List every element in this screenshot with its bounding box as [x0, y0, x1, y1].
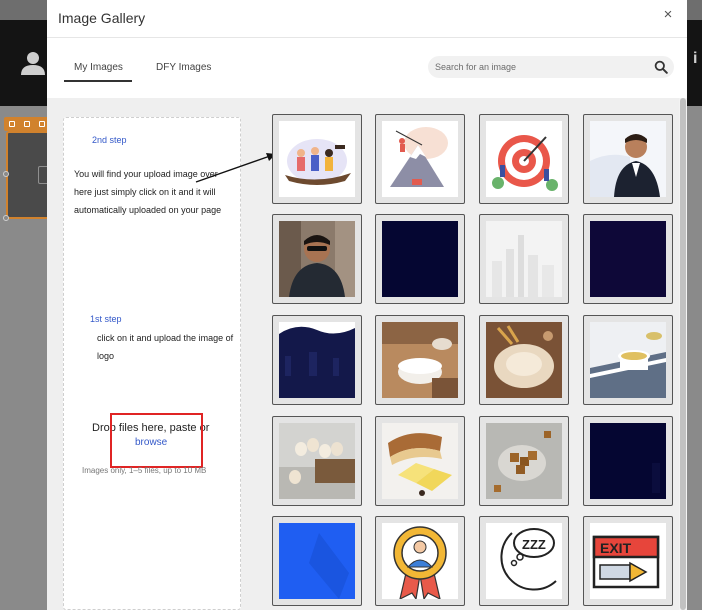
brown-sugar-cubes-photo-icon: [486, 423, 562, 499]
step1-instructions: click on it and upload the image of logo: [97, 333, 234, 361]
man-with-sunglasses-photo-icon: [279, 221, 355, 297]
target-goal-illustration-icon: [492, 135, 558, 191]
gallery-image-thumb[interactable]: [479, 214, 569, 304]
upload-hint: Images only, 1–5 files, up to 10 MB: [82, 466, 207, 475]
dark-navy-image-icon: [590, 423, 666, 499]
gallery-image-thumb[interactable]: EXIT: [583, 516, 673, 606]
step2-label: 2nd step: [92, 135, 127, 145]
navy-wave-banner-icon: [279, 322, 355, 398]
tab-dfy-images[interactable]: DFY Images: [156, 62, 211, 73]
header-divider: [47, 37, 687, 38]
gallery-image-thumb[interactable]: [375, 114, 465, 204]
gallery-image-thumb[interactable]: [375, 214, 465, 304]
gallery-image-thumb[interactable]: [583, 114, 673, 204]
gallery-image-thumb[interactable]: [272, 114, 362, 204]
employee-award-badge-icon: [393, 526, 447, 599]
flour-bowl-photo-icon: [382, 322, 458, 398]
gallery-image-thumb[interactable]: [272, 416, 362, 506]
moon-sleep-zzz-icon: ZZZ: [500, 528, 557, 591]
background-info-icon: i: [693, 50, 698, 67]
search-input[interactable]: [435, 59, 650, 75]
eggs-in-crate-photo-icon: [279, 423, 355, 499]
bread-and-butter-photo-icon: [382, 423, 458, 499]
scrollbar-thumb[interactable]: [680, 98, 686, 610]
gallery-image-thumb[interactable]: [272, 315, 362, 405]
team-boat-illustration-icon: [285, 139, 351, 185]
gallery-image-thumb[interactable]: [479, 416, 569, 506]
step1-label: 1st step: [90, 314, 122, 324]
tab-my-images[interactable]: My Images: [74, 62, 123, 73]
user-avatar-icon: [21, 52, 45, 75]
man-in-suit-photo-icon: [590, 121, 666, 197]
exit-sign-icon: EXIT: [592, 535, 660, 589]
resize-handle-left: [3, 171, 9, 177]
gallery-image-thumb[interactable]: [375, 516, 465, 606]
gallery-image-thumb[interactable]: [583, 315, 673, 405]
dark-purple-image-icon: [590, 221, 666, 297]
scrollbar[interactable]: [679, 98, 687, 610]
faded-city-skyline-icon: [486, 221, 562, 297]
gallery-image-thumb[interactable]: [583, 214, 673, 304]
gallery-image-thumb[interactable]: [583, 416, 673, 506]
gallery-image-thumb[interactable]: [479, 315, 569, 405]
annotation-arrow: [195, 153, 276, 183]
flour-wheat-photo-icon: [486, 322, 562, 398]
gallery-image-thumb[interactable]: [375, 315, 465, 405]
search-icon[interactable]: [654, 60, 668, 74]
gallery-image-thumb[interactable]: ZZZ: [479, 516, 569, 606]
search-box: [428, 56, 674, 78]
tea-cup-photo-icon: [590, 322, 666, 398]
active-tab-indicator: [64, 80, 132, 82]
highlight-annotation-box: [110, 413, 203, 468]
gallery-image-thumb[interactable]: [479, 114, 569, 204]
resize-handle-bottom-left: [3, 215, 9, 221]
blue-abstract-image-icon: [279, 523, 355, 599]
gallery-image-thumb[interactable]: [375, 416, 465, 506]
svg-text:ZZZ: ZZZ: [522, 537, 546, 552]
gallery-image-thumb[interactable]: [272, 214, 362, 304]
block-toolbar: [4, 117, 50, 131]
gallery-image-thumb[interactable]: [272, 516, 362, 606]
modal-title: Image Gallery: [58, 10, 146, 26]
dark-navy-image-icon: [382, 221, 458, 297]
mountain-climb-illustration-icon: [390, 127, 448, 187]
close-icon[interactable]: ×: [661, 7, 675, 22]
svg-text:EXIT: EXIT: [600, 540, 632, 556]
